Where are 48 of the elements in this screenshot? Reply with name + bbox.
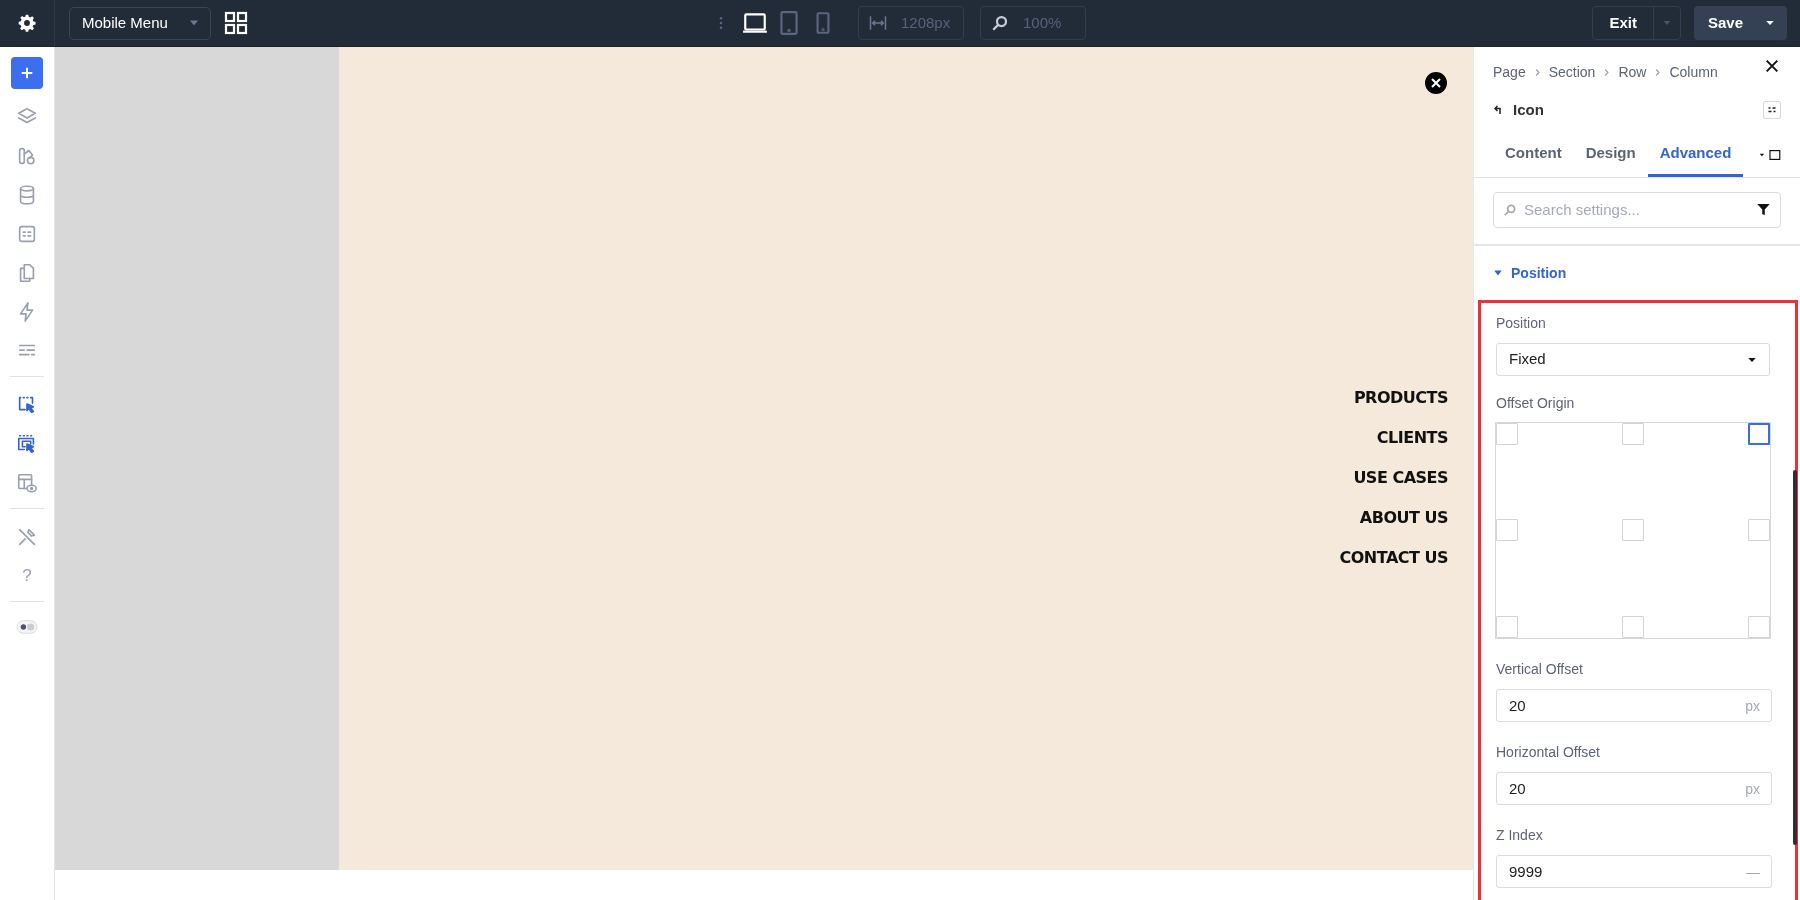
breadcrumb-link[interactable]: Section [1548, 62, 1596, 83]
section-toggle[interactable]: Position [1474, 245, 1586, 284]
add-button[interactable] [11, 57, 43, 89]
filter-icon[interactable] [1756, 201, 1771, 217]
menu-link[interactable]: CONTACT US [1339, 538, 1448, 578]
chevron-icon [1653, 68, 1663, 77]
field-label: Offset Origin [1496, 394, 1576, 413]
unit-label: — [1746, 863, 1760, 882]
unit-label: px [1745, 780, 1760, 799]
close-icon[interactable] [1764, 58, 1780, 74]
menu-link[interactable]: ABOUT US [1339, 498, 1448, 538]
close-icon[interactable] [1424, 71, 1448, 95]
layout-dropdown[interactable]: Mobile Menu [69, 6, 211, 40]
tools-icon[interactable] [16, 526, 38, 548]
plus-icon [19, 65, 35, 81]
field-label: Position [1496, 314, 1547, 333]
menu-link[interactable]: CLIENTS [1339, 418, 1448, 458]
menu-link[interactable]: PRODUCTS [1339, 378, 1448, 418]
width-icon [869, 14, 887, 32]
position-select[interactable]: Fixed [1496, 343, 1770, 376]
search-icon [991, 14, 1009, 32]
settings-icon[interactable] [17, 13, 37, 33]
desktop-icon[interactable] [742, 10, 768, 36]
search-field[interactable]: Search settings... [1493, 191, 1781, 228]
tab[interactable]: Design [1573, 133, 1648, 177]
breadcrumb-link[interactable]: Page [1493, 62, 1526, 83]
layout-preview-icon[interactable] [16, 472, 38, 494]
element-title: Icon [1513, 100, 1544, 120]
form-icon[interactable] [16, 223, 38, 245]
save-button[interactable]: Save [1693, 6, 1787, 40]
library-icon[interactable] [16, 145, 38, 167]
search-icon [1503, 202, 1517, 217]
grid-icon[interactable] [224, 11, 248, 35]
field-label: Z Index [1496, 826, 1544, 845]
caret-icon [1493, 268, 1503, 278]
breadcrumb-link[interactable]: Column [1669, 62, 1718, 83]
tab[interactable]: Advanced [1647, 133, 1744, 177]
caret-icon [1765, 18, 1775, 28]
unit-label: px [1745, 697, 1760, 716]
tab[interactable]: Content [1493, 133, 1574, 177]
field-label: Vertical Offset [1496, 660, 1584, 679]
field-label: Horizontal Offset [1496, 743, 1601, 762]
scrollbar[interactable] [1793, 470, 1797, 845]
options-button[interactable] [1763, 101, 1781, 120]
menu-link[interactable]: USE CASES [1339, 458, 1448, 498]
chevron-icon [1602, 68, 1612, 77]
breadcrumb-link[interactable]: Row [1618, 62, 1647, 83]
origin-anchor[interactable] [1748, 423, 1770, 445]
